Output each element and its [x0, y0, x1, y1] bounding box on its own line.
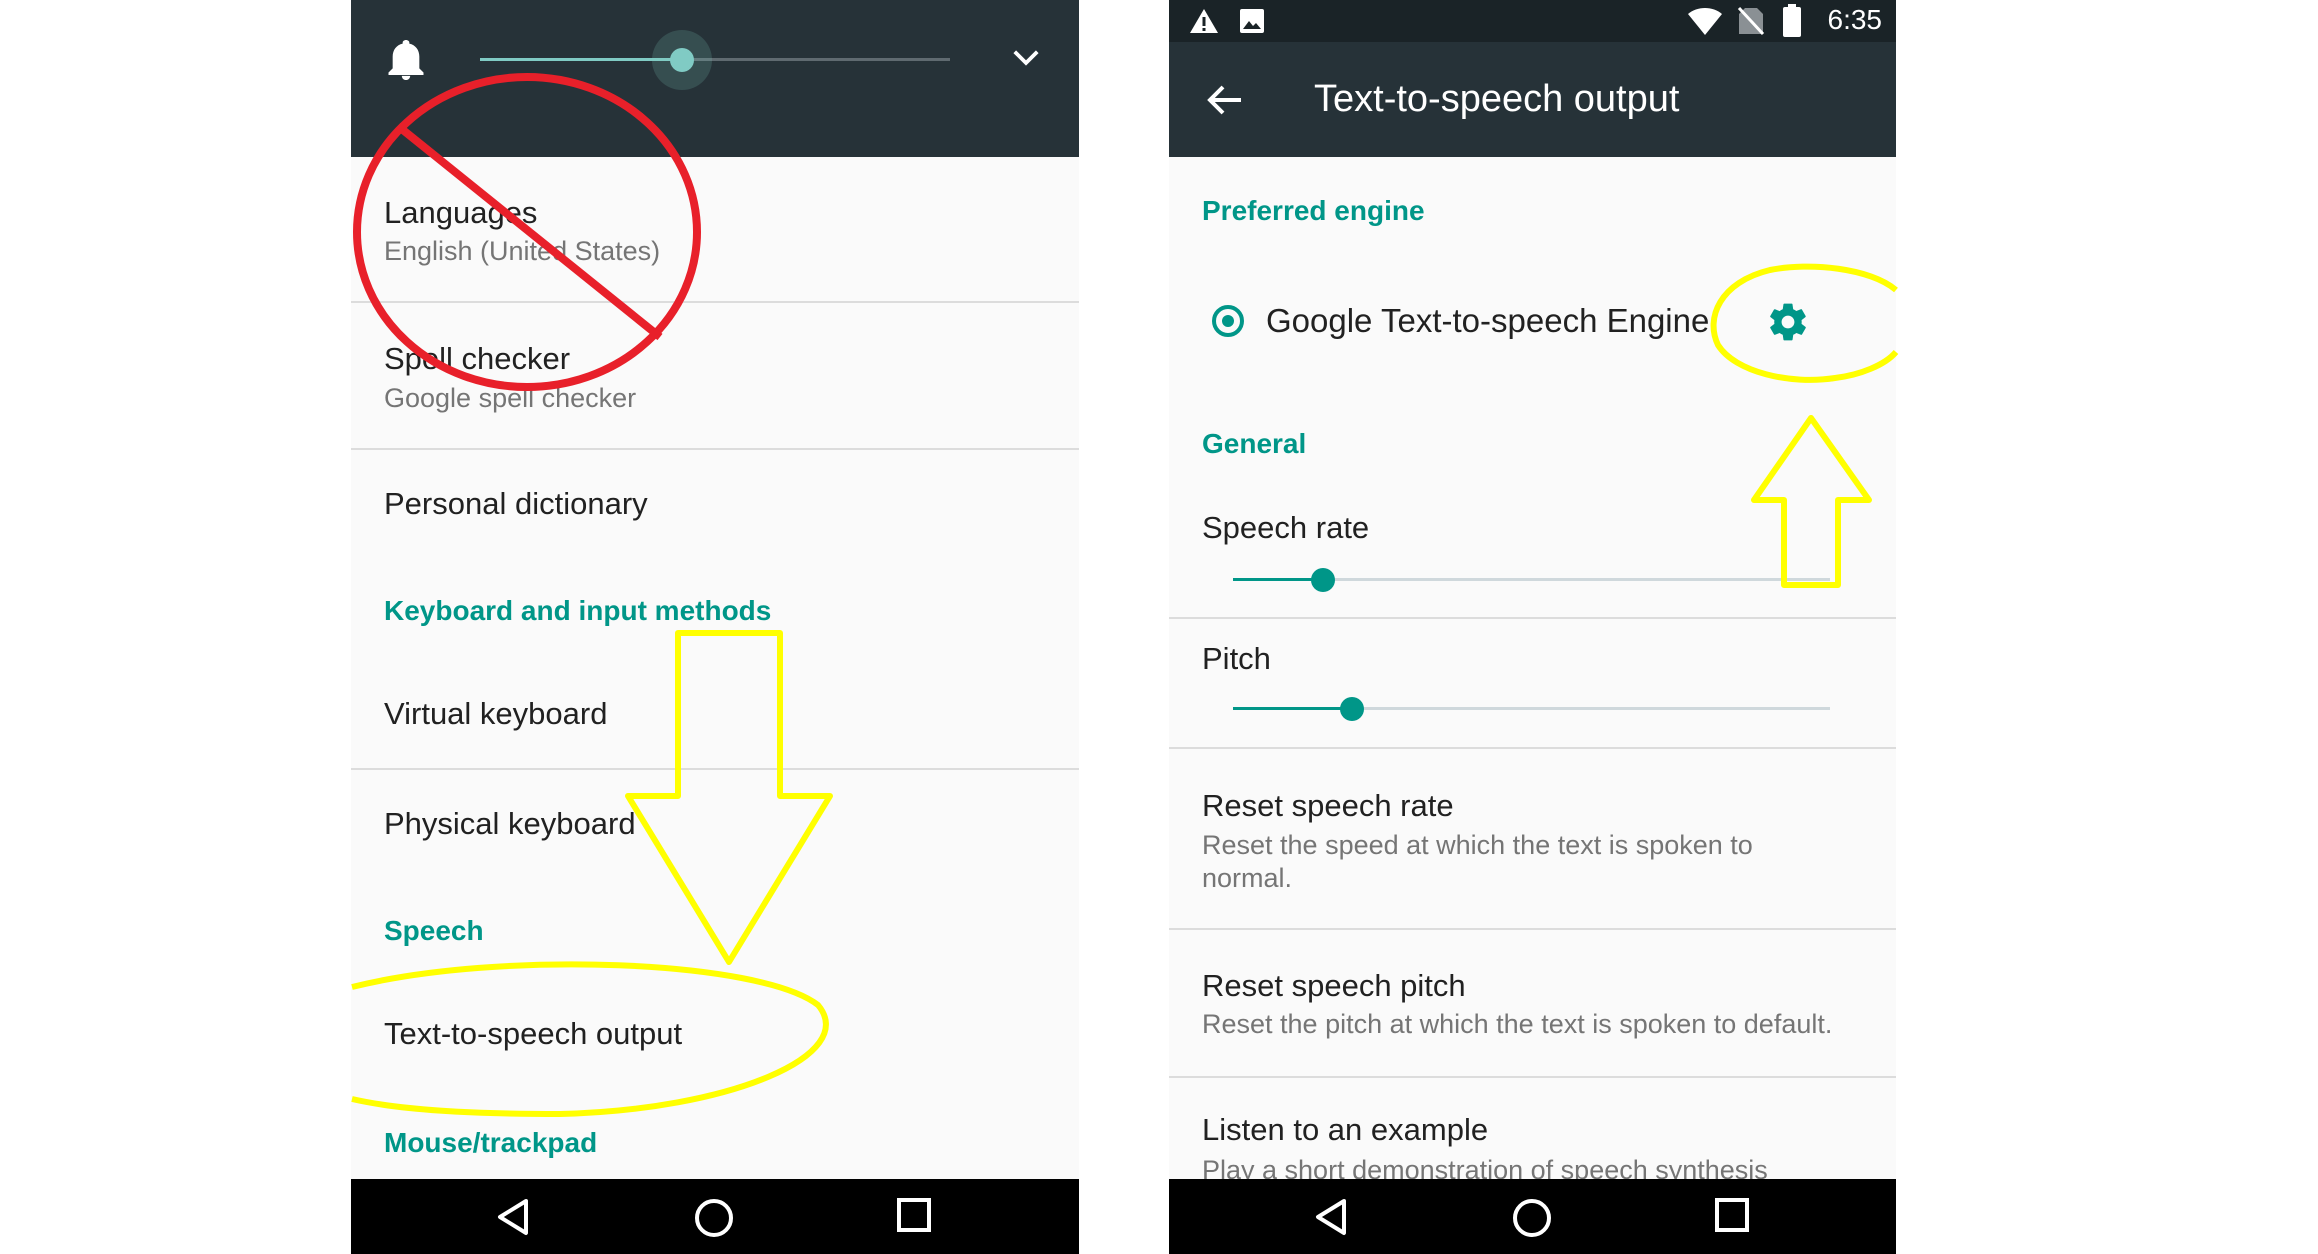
engine-radio[interactable]: [1212, 305, 1244, 337]
nav-back-icon[interactable]: [494, 1197, 534, 1237]
reset-rate-subtitle: Reset the speed at which the text is spo…: [1202, 830, 1753, 893]
reset-pitch-subtitle: Reset the pitch at which the text is spo…: [1202, 1009, 1833, 1039]
warning-icon: [1190, 9, 1218, 33]
gear-icon[interactable]: [1766, 300, 1810, 344]
engine-option[interactable]: Google Text-to-speech Engine: [1169, 260, 1896, 390]
language-input-settings-screen: Languages English (United States) Spell …: [351, 0, 1079, 1254]
image-icon: [1240, 9, 1264, 33]
wifi-icon: [1688, 8, 1722, 35]
listen-example-item[interactable]: Listen to an example Play a short demons…: [1169, 1078, 1896, 1188]
tts-output-item[interactable]: Text-to-speech output: [351, 980, 1079, 1090]
nav-back-icon[interactable]: [1312, 1197, 1352, 1237]
listen-example-title: Listen to an example: [1202, 1112, 1489, 1147]
no-sim-icon: [1737, 6, 1765, 36]
mouse-section-header: Mouse/trackpad: [384, 1127, 598, 1158]
personal-dictionary-item[interactable]: Personal dictionary: [351, 450, 1079, 560]
virtual-keyboard-item[interactable]: Virtual keyboard: [351, 660, 1079, 770]
preferred-engine-header: Preferred engine: [1202, 195, 1425, 226]
navigation-bar: [351, 1179, 1079, 1254]
nav-recents-icon[interactable]: [1714, 1197, 1750, 1233]
languages-title: Languages: [384, 195, 538, 230]
speech-rate-thumb[interactable]: [1310, 568, 1335, 592]
reset-rate-title: Reset speech rate: [1202, 788, 1454, 823]
back-arrow-icon[interactable]: [1205, 80, 1245, 120]
volume-panel: [351, 0, 1079, 157]
tts-output-title: Text-to-speech output: [384, 1016, 683, 1051]
pitch-title: Pitch: [1202, 641, 1271, 676]
speech-rate-item: Speech rate: [1169, 490, 1896, 618]
pitch-fill: [1233, 707, 1353, 710]
spell-checker-item[interactable]: Spell checker Google spell checker: [351, 303, 1079, 448]
status-bar: 6:35: [1169, 0, 1896, 42]
reset-speech-pitch-item[interactable]: Reset speech pitch Reset the pitch at wh…: [1169, 930, 1896, 1076]
tts-output-screen: 6:35 Text-to-speech output Preferred eng…: [1169, 0, 1896, 1254]
engine-radio-dot: [1222, 315, 1234, 327]
physical-keyboard-item[interactable]: Physical keyboard: [351, 770, 1079, 880]
languages-item[interactable]: Languages English (United States): [351, 157, 1079, 302]
keyboard-section-header: Keyboard and input methods: [384, 595, 772, 626]
spell-checker-subtitle: Google spell checker: [384, 383, 637, 413]
toolbar: Text-to-speech output: [1169, 42, 1896, 157]
volume-thumb[interactable]: [670, 48, 695, 72]
speech-section-header: Speech: [384, 915, 484, 946]
chevron-down-icon[interactable]: [1011, 46, 1041, 70]
pitch-thumb[interactable]: [1340, 697, 1365, 721]
nav-recents-icon[interactable]: [896, 1197, 932, 1233]
speech-rate-title: Speech rate: [1202, 510, 1370, 545]
spell-checker-title: Spell checker: [384, 341, 571, 376]
engine-name: Google Text-to-speech Engine: [1266, 302, 1710, 339]
speech-rate-fill: [1233, 578, 1323, 581]
nav-home-icon[interactable]: [1511, 1197, 1553, 1239]
virtual-keyboard-title: Virtual keyboard: [384, 696, 608, 731]
navigation-bar: [1169, 1179, 1896, 1254]
general-header: General: [1202, 428, 1307, 459]
status-time: 6:35: [1827, 4, 1883, 35]
pitch-item: Pitch: [1169, 619, 1896, 747]
annotation-overlay: [351, 73, 1899, 1118]
reset-speech-rate-item[interactable]: Reset speech rate Reset the speed at whi…: [1169, 749, 1896, 929]
nav-home-icon[interactable]: [693, 1197, 735, 1239]
reset-pitch-title: Reset speech pitch: [1202, 968, 1466, 1003]
personal-dictionary-title: Personal dictionary: [384, 486, 648, 521]
bell-icon: [388, 40, 424, 80]
languages-subtitle: English (United States): [384, 236, 661, 266]
physical-keyboard-title: Physical keyboard: [384, 806, 636, 841]
toolbar-title: Text-to-speech output: [1314, 78, 1680, 120]
battery-icon: [1783, 4, 1801, 37]
